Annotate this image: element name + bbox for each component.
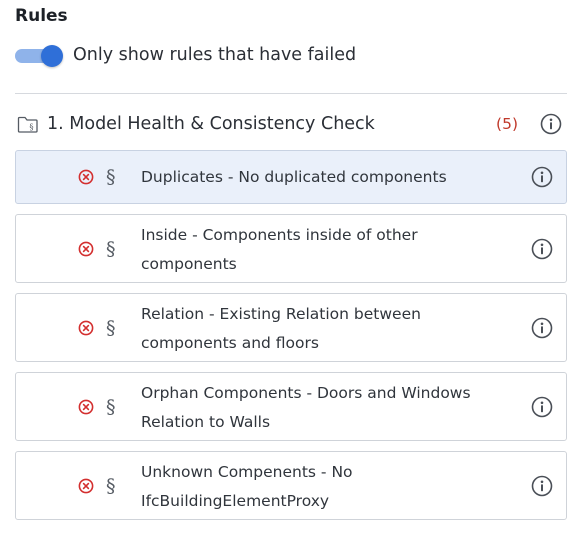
rule-group-header[interactable]: § 1. Model Health & Consistency Check (5… xyxy=(15,104,567,144)
info-icon[interactable] xyxy=(531,166,553,188)
failed-filter-row: Only show rules that have failed xyxy=(15,40,356,70)
svg-text:§: § xyxy=(29,123,33,133)
info-icon[interactable] xyxy=(540,113,562,135)
rule-group-title: 1. Model Health & Consistency Check xyxy=(47,114,375,134)
info-icon[interactable] xyxy=(531,396,553,418)
section-sign-icon: § xyxy=(106,316,116,339)
toggle-knob xyxy=(41,45,63,67)
error-circle-icon xyxy=(78,399,94,414)
rule-card-duplicates[interactable]: § Duplicates - No duplicated components xyxy=(15,150,567,204)
failed-filter-toggle[interactable] xyxy=(15,45,63,67)
info-icon[interactable] xyxy=(531,238,553,260)
error-circle-icon xyxy=(78,320,94,335)
rule-card-inside[interactable]: § Inside - Components inside of other co… xyxy=(15,214,567,283)
rule-title: Orphan Components - Doors and Windows Re… xyxy=(141,384,471,431)
rule-title: Unknown Compenents - No IfcBuildingEleme… xyxy=(141,463,353,510)
error-circle-icon xyxy=(78,478,94,493)
folder-rules-icon: § xyxy=(17,116,38,133)
info-icon[interactable] xyxy=(531,317,553,339)
section-title: Rules xyxy=(15,6,68,26)
rule-card-relation[interactable]: § Relation - Existing Relation between c… xyxy=(15,293,567,362)
error-circle-icon xyxy=(78,169,94,185)
section-sign-icon: § xyxy=(106,474,116,497)
section-sign-icon: § xyxy=(106,395,116,418)
section-sign-icon: § xyxy=(106,237,116,260)
rule-title: Duplicates - No duplicated components xyxy=(141,168,447,186)
rule-card-orphan-components[interactable]: § Orphan Components - Doors and Windows … xyxy=(15,372,567,441)
failed-filter-label[interactable]: Only show rules that have failed xyxy=(73,45,356,65)
info-icon[interactable] xyxy=(531,475,553,497)
rule-card-unknown-components[interactable]: § Unknown Compenents - No IfcBuildingEle… xyxy=(15,451,567,520)
rule-title: Inside - Components inside of other comp… xyxy=(141,226,418,273)
divider xyxy=(15,93,567,94)
rule-list: § Duplicates - No duplicated components … xyxy=(15,150,567,530)
rule-group-fail-count: (5) xyxy=(496,115,518,133)
error-circle-icon xyxy=(78,241,94,256)
rule-title: Relation - Existing Relation between com… xyxy=(141,305,421,352)
section-sign-icon: § xyxy=(106,166,116,188)
